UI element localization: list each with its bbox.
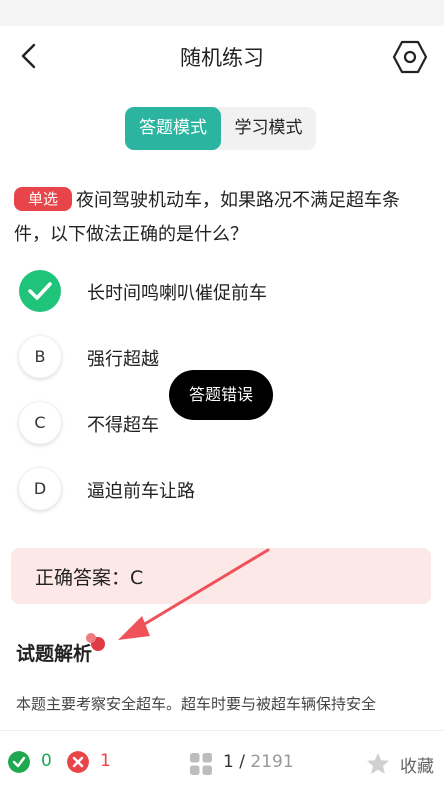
checkmark-icon [28,282,52,300]
option-d[interactable]: D 逼迫前车让路 [19,468,399,512]
star-icon[interactable] [365,751,391,777]
question-grid-icon[interactable] [189,752,213,776]
favorite-button[interactable]: 收藏 [400,752,434,777]
header: 随机练习 [0,26,444,88]
question-progress[interactable]: 1 / 2191 [223,752,294,772]
settings-hexagon-icon[interactable] [392,39,428,75]
correct-count-icon [8,751,30,773]
page-title: 随机练习 [180,46,264,70]
wrong-count: 1 [100,751,111,771]
option-selected-check [19,270,61,312]
correct-count: 0 [41,751,52,771]
option-text: 不得超车 [87,415,159,436]
bottom-bar: 0 1 1 / 2191 收藏 [0,730,444,793]
question: 单选 夜间驾驶机动车，如果路况不满足超车条件，以下做法正确的是什么？ [14,184,424,252]
current-question-number: 1 [223,752,234,772]
analysis-text: 本题主要考察安全超车。超车时要与被超车辆保持安全 [16,695,377,713]
option-letter: B [19,336,61,378]
option-letter: D [19,468,61,510]
toast-message: 答题错误 [169,370,273,420]
tab-study-mode[interactable]: 学习模式 [221,107,316,150]
wrong-count-icon [67,751,89,773]
status-bar [0,0,444,26]
total-questions: 2191 [250,752,294,772]
option-a[interactable]: 长时间鸣喇叭催促前车 [19,270,399,314]
option-text: 逼迫前车让路 [87,481,195,502]
question-type-badge: 单选 [14,187,73,211]
tab-answer-mode[interactable]: 答题模式 [125,107,221,150]
option-text: 强行超越 [87,349,159,370]
option-text: 长时间鸣喇叭催促前车 [87,283,267,304]
option-letter: C [19,402,61,444]
mode-switch: 答题模式 学习模式 [125,107,316,150]
annotation-arrow-icon [86,548,270,651]
